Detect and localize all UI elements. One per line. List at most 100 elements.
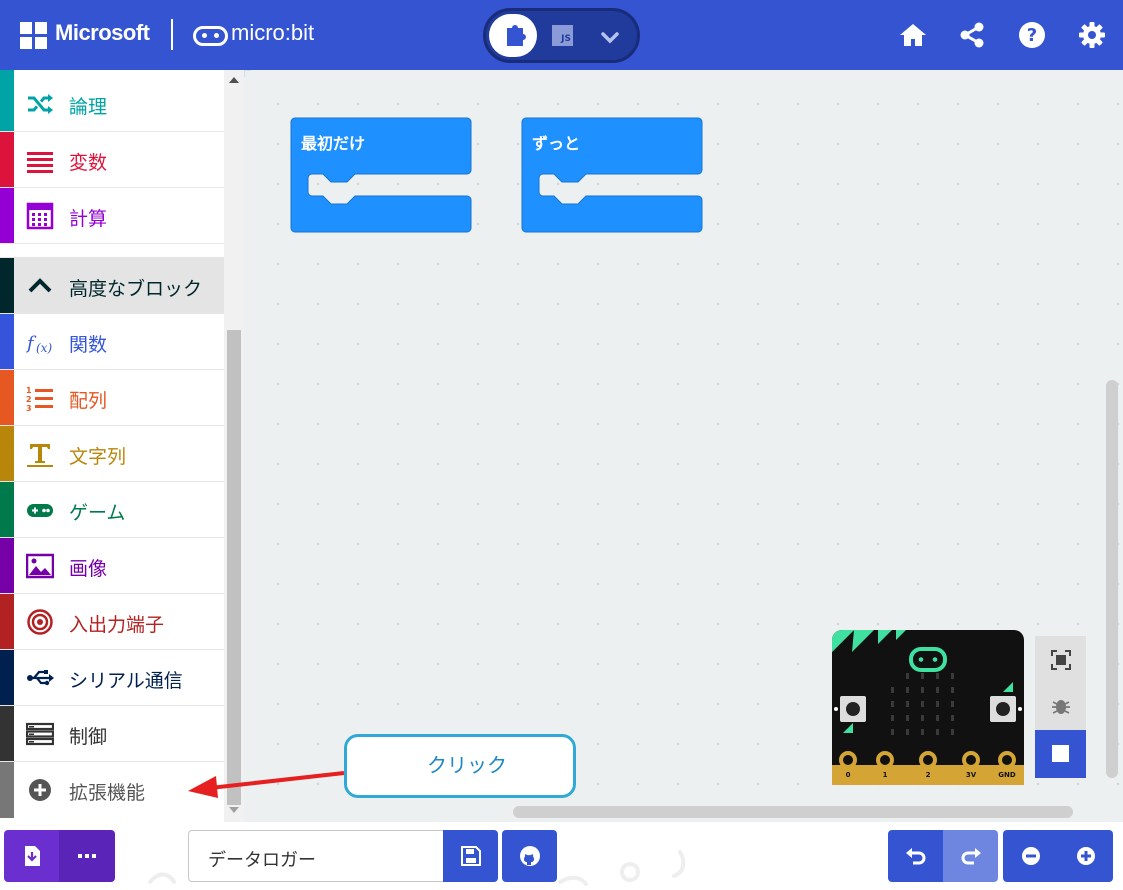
github-icon — [519, 846, 540, 866]
share-icon[interactable] — [958, 21, 986, 49]
category-math[interactable]: 計算 — [0, 188, 224, 244]
settings-icon[interactable] — [1078, 21, 1106, 49]
category-label: 論理 — [69, 96, 108, 118]
help-icon[interactable]: ? — [1018, 21, 1046, 49]
microbit-logo — [193, 26, 228, 46]
save-icon — [460, 846, 481, 866]
category-label: 制御 — [69, 726, 108, 748]
category-serial[interactable]: シリアル通信 — [0, 650, 224, 706]
product-name[interactable]: micro:bit — [231, 20, 314, 46]
home-icon[interactable] — [899, 21, 927, 49]
category-control[interactable]: 制御 — [0, 706, 224, 762]
scroll-up-arrow-icon[interactable] — [229, 76, 239, 84]
pin-label-1: 1 — [883, 771, 888, 779]
debug-icon[interactable] — [1051, 696, 1071, 716]
text-icon — [27, 444, 53, 467]
on-start-block[interactable]: 最初だけ — [290, 117, 473, 241]
stop-button[interactable] — [1035, 730, 1086, 778]
category-color-bar — [0, 650, 14, 705]
forever-block[interactable]: ずっと — [521, 117, 704, 241]
category-color-bar — [0, 594, 14, 649]
workspace-vertical-scrollbar[interactable] — [1106, 380, 1118, 778]
project-name-value: データロガー — [208, 850, 316, 871]
puzzle-icon — [507, 25, 526, 46]
microbit-board: 0 1 2 3V GND — [832, 630, 1024, 785]
download-icon — [24, 846, 40, 866]
category-color-bar — [0, 76, 14, 131]
svg-text:3: 3 — [26, 404, 32, 412]
gamepad-icon — [27, 504, 53, 517]
category-advanced[interactable]: 高度なブロック — [0, 258, 224, 314]
blocks-editor-button[interactable] — [489, 14, 537, 57]
project-name-input[interactable]: データロガー — [188, 830, 444, 882]
pin-label-2: 2 — [926, 771, 931, 779]
control-icon — [26, 722, 54, 746]
category-label: 文字列 — [69, 446, 127, 468]
scroll-down-arrow-icon[interactable] — [229, 806, 239, 814]
category-color-bar — [0, 314, 14, 369]
chevron-up-icon — [28, 278, 52, 293]
category-game[interactable]: ゲーム — [0, 482, 224, 538]
undo-button[interactable] — [888, 830, 943, 882]
block-label: 最初だけ — [301, 134, 366, 153]
pointer-arrow — [188, 771, 345, 798]
category-label: 計算 — [69, 208, 108, 230]
svg-text:2: 2 — [26, 395, 32, 404]
category-variables[interactable]: 変数 — [0, 132, 224, 188]
variables-icon — [27, 152, 53, 173]
category-label: 入出力端子 — [69, 614, 165, 636]
target-icon — [27, 609, 53, 635]
brand-divider — [171, 19, 173, 50]
zoom-out-button[interactable] — [1003, 830, 1058, 882]
category-color-bar — [0, 132, 14, 187]
undo-icon — [905, 848, 925, 865]
redo-button[interactable] — [943, 830, 998, 882]
pin-label-3v: 3V — [966, 771, 977, 779]
save-button[interactable] — [443, 830, 498, 882]
category-color-bar — [0, 482, 14, 537]
category-color-bar — [0, 538, 14, 593]
svg-text:1: 1 — [26, 386, 32, 395]
category-color-bar — [0, 258, 14, 313]
redo-icon — [961, 848, 981, 865]
category-label: ゲーム — [69, 502, 126, 524]
fullscreen-icon[interactable] — [1051, 650, 1071, 670]
calculator-icon — [26, 202, 54, 230]
list-icon: 123 — [26, 386, 53, 412]
download-button[interactable] — [4, 830, 59, 882]
category-functions[interactable]: f (x) 関数 — [0, 314, 224, 370]
editor-toggle: JS — [483, 8, 640, 63]
microsoft-brand: Microsoft — [55, 20, 150, 45]
top-bar: Microsoft micro:bit JS ? — [0, 0, 1123, 70]
category-logic[interactable]: 論理 — [0, 76, 224, 132]
category-color-bar — [0, 188, 14, 243]
chevron-down-icon[interactable] — [598, 25, 622, 49]
toolbox-scroll-thumb[interactable] — [227, 330, 241, 805]
category-color-bar — [0, 426, 14, 481]
stop-icon — [1052, 745, 1069, 762]
category-images[interactable]: 画像 — [0, 538, 224, 594]
javascript-editor-button[interactable]: JS — [552, 25, 573, 46]
block-label: ずっと — [532, 134, 581, 153]
category-label: シリアル通信 — [69, 670, 183, 692]
category-label: 高度なブロック — [69, 278, 203, 300]
function-icon: f (x) — [26, 333, 52, 355]
callout-text: クリック — [427, 753, 507, 777]
workspace-horizontal-scrollbar[interactable] — [513, 806, 1073, 818]
toolbox: 論理 変数 計算 高度なブロック f (x) 関数 1 2 3 配列 文字列 ゲ… — [0, 70, 224, 822]
category-pins[interactable]: 入出力端子 — [0, 594, 224, 650]
category-text[interactable]: 文字列 — [0, 426, 224, 482]
zoom-out-icon — [1021, 847, 1040, 865]
zoom-in-button[interactable] — [1058, 830, 1113, 882]
shuffle-icon — [28, 94, 53, 114]
image-icon — [26, 553, 54, 579]
category-label: 関数 — [69, 334, 108, 356]
more-options-button[interactable] — [59, 830, 115, 882]
svg-text:?: ? — [1027, 25, 1037, 46]
category-arrays[interactable]: 123 配列 — [0, 370, 224, 426]
usb-icon — [27, 670, 54, 686]
microbit-simulator[interactable]: 0 1 2 3V GND — [832, 630, 1024, 785]
github-button[interactable] — [502, 830, 557, 882]
category-label: 配列 — [69, 390, 108, 412]
svg-text:(x): (x) — [36, 341, 52, 355]
